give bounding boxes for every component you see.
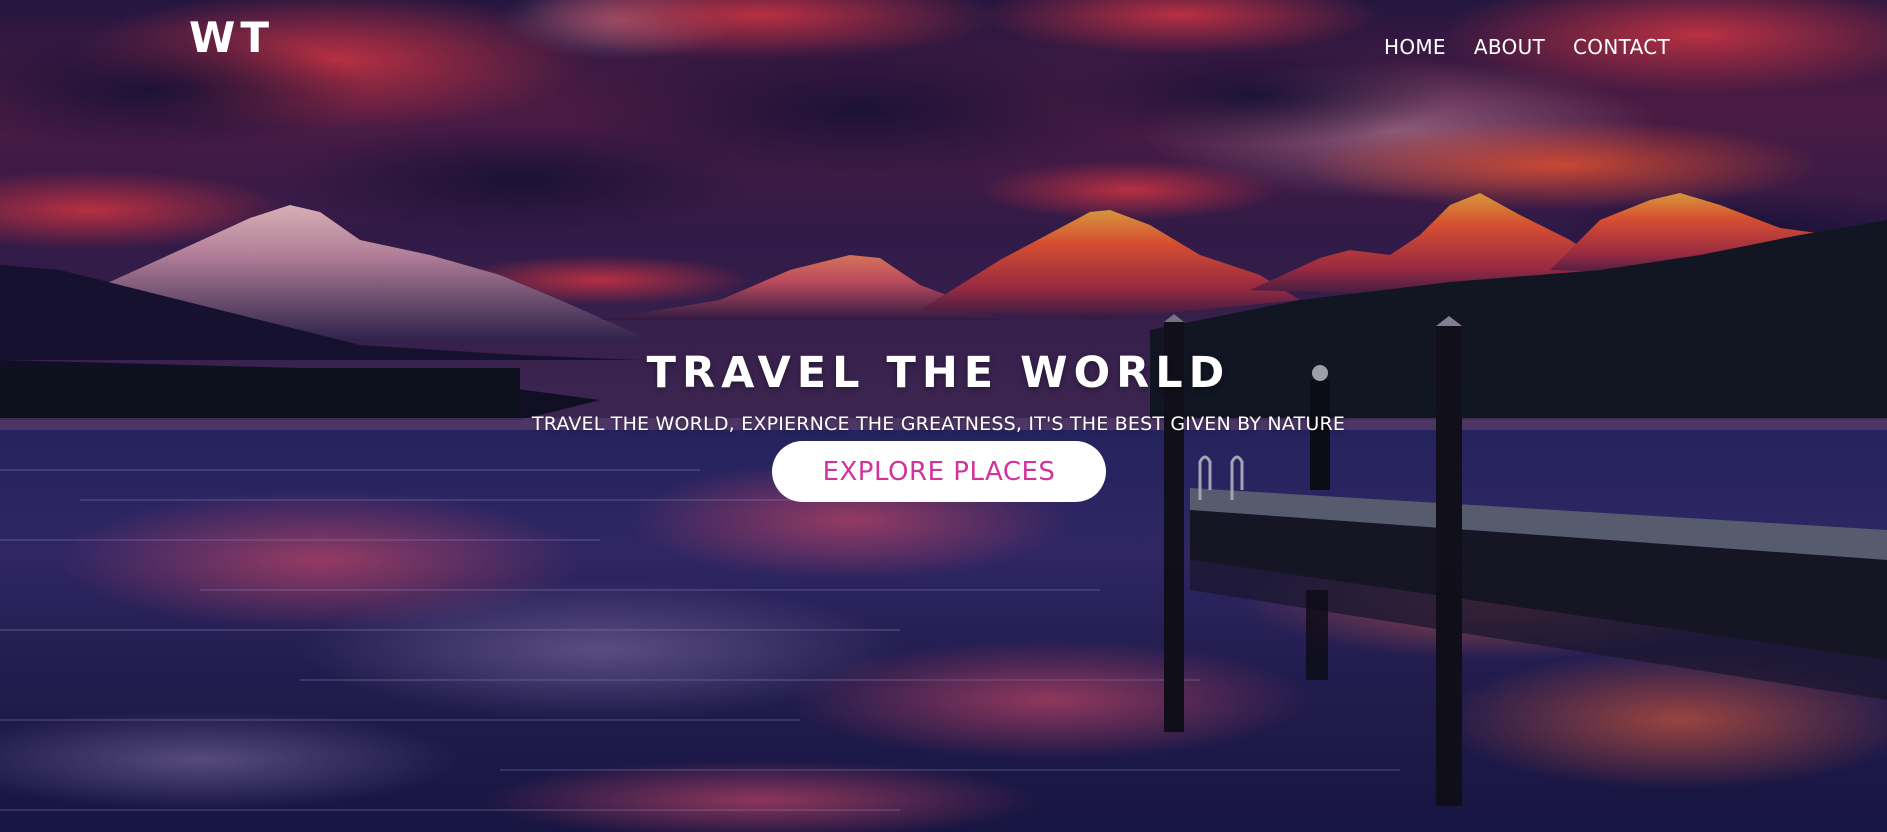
- nav-item-about[interactable]: ABOUT: [1474, 34, 1545, 60]
- nav-item-home[interactable]: HOME: [1384, 34, 1446, 60]
- nav-item-contact[interactable]: CONTACT: [1573, 34, 1670, 60]
- main-nav: HOME ABOUT CONTACT: [1384, 34, 1670, 60]
- explore-places-button[interactable]: EXPLORE PLACES: [772, 441, 1106, 502]
- hero-subtitle: TRAVEL THE WORLD, EXPIERNCE THE GREATNES…: [531, 413, 1346, 435]
- site-logo[interactable]: WT: [189, 14, 274, 62]
- hero-section: WT HOME ABOUT CONTACT TRAVEL THE WORLD T…: [0, 0, 1887, 832]
- hero-title: TRAVEL THE WORLD: [646, 347, 1231, 398]
